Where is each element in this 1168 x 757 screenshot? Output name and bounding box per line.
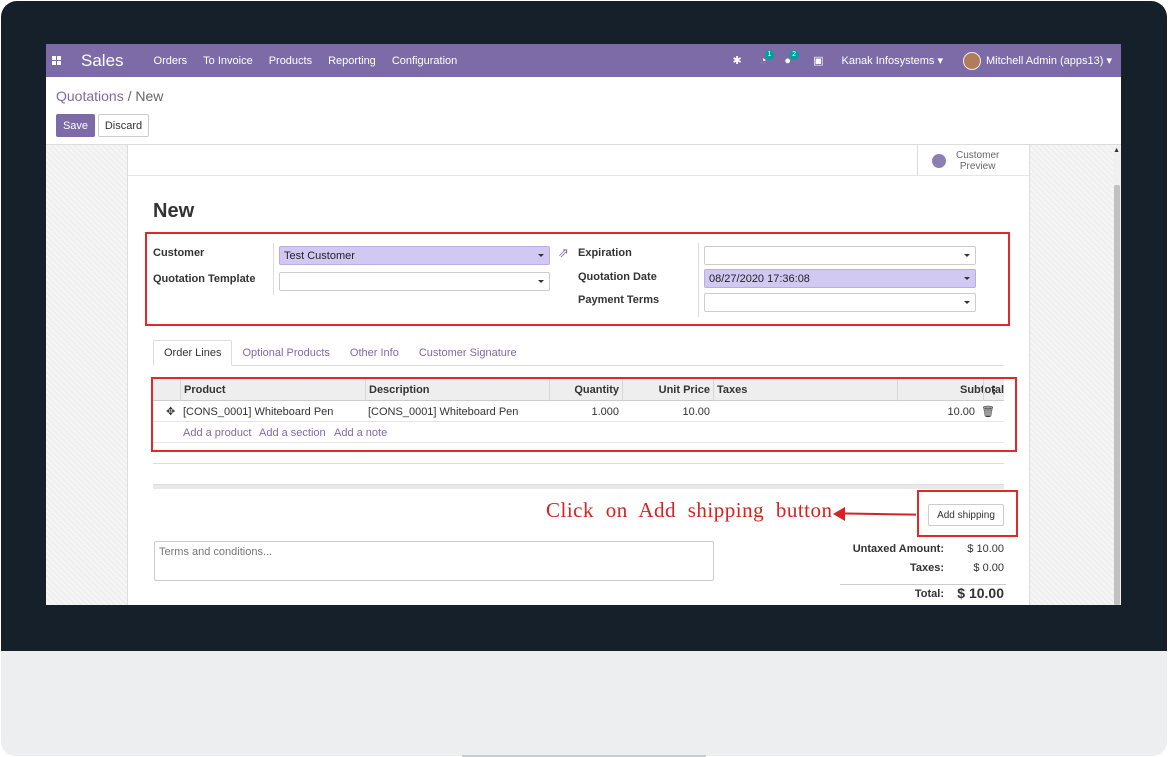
menu-to-invoice[interactable]: To Invoice [203, 55, 253, 67]
taxes-value: $ 0.00 [973, 562, 1004, 574]
bug-icon[interactable]: ✱ [733, 54, 742, 67]
scroll-up-icon[interactable]: ▲ [1113, 147, 1120, 154]
taxes-row: Taxes: $ 0.00 [828, 562, 1006, 581]
divider [153, 463, 1004, 464]
apps-grid-icon[interactable] [52, 56, 61, 65]
user-avatar[interactable] [963, 51, 982, 70]
arrow-left-icon [833, 507, 845, 521]
monitor-chin [1, 651, 1167, 756]
customer-preview-label: Customer Preview [956, 150, 999, 172]
total-label: Total: [914, 588, 944, 600]
annotation-arrow [839, 512, 917, 516]
total-value: $ 10.00 [957, 585, 1004, 601]
messages-badge: 2 [789, 49, 800, 60]
navbar-systray: ✱ ◔ 1 ● 2 ▣ Kanak Infosystems ▾ Mitchell A… [733, 44, 1121, 77]
highlight-box-fields [145, 232, 1010, 326]
activities-clock-icon[interactable]: ◔ 1 [760, 49, 775, 67]
untaxed-label: Untaxed Amount: [852, 543, 944, 555]
scrollbar[interactable]: ▲ [1113, 145, 1121, 605]
caret-down-icon: ▾ [937, 55, 944, 67]
menu-products[interactable]: Products [269, 55, 312, 67]
control-panel: Quotations / New Save Discard [46, 77, 1121, 145]
tab-customer-signature[interactable]: Customer Signature [409, 340, 527, 366]
gift-icon[interactable]: ▣ [813, 54, 823, 67]
save-button[interactable]: Save [56, 114, 95, 137]
screen: Sales Orders To Invoice Products Reporti… [46, 44, 1121, 605]
untaxed-row: Untaxed Amount: $ 10.00 [828, 543, 1006, 562]
user-name: Mitchell Admin (apps13) [986, 55, 1104, 67]
section-band [153, 484, 1004, 489]
messages-chat-icon[interactable]: ● 2 [784, 49, 800, 67]
taxes-label: Taxes: [909, 562, 944, 574]
breadcrumb-separator: / [127, 88, 132, 104]
highlight-box-order-lines [151, 377, 1017, 452]
discard-button[interactable]: Discard [98, 114, 149, 137]
app-brand[interactable]: Sales [81, 51, 124, 71]
annotation-text: Click on Add shipping button [546, 498, 833, 522]
activities-badge: 1 [764, 49, 775, 60]
totals-summary: Untaxed Amount: $ 10.00 Taxes: $ 0.00 To… [828, 543, 1006, 605]
breadcrumb: Quotations / New [56, 88, 163, 104]
highlight-box-shipping [917, 490, 1018, 537]
menu-configuration[interactable]: Configuration [392, 55, 457, 67]
untaxed-value: $ 10.00 [967, 543, 1004, 555]
menu-orders[interactable]: Orders [154, 55, 188, 67]
user-menu[interactable]: Mitchell Admin (apps13) ▾ [986, 54, 1112, 67]
tab-order-lines[interactable]: Order Lines [153, 340, 233, 366]
caret-down-icon: ▾ [1106, 55, 1112, 67]
total-row: Total: $ 10.00 [828, 585, 1006, 605]
form-content: Customer Preview New Customer Quotation … [46, 145, 1121, 605]
breadcrumb-quotations[interactable]: Quotations [56, 88, 124, 104]
globe-icon [932, 153, 946, 168]
tab-optional-products[interactable]: Optional Products [232, 340, 339, 366]
form-sheet: Customer Preview New Customer Quotation … [127, 145, 1030, 605]
tab-other-info[interactable]: Other Info [340, 340, 409, 366]
notebook-tabs: Order Lines Optional Products Other Info… [153, 340, 1004, 366]
terms-placeholder: Terms and conditions... [159, 546, 273, 558]
top-navbar: Sales Orders To Invoice Products Reporti… [46, 44, 1121, 77]
page-title: New [153, 200, 195, 222]
customer-preview-line2: Preview [959, 160, 996, 172]
main-menu: Orders To Invoice Products Reporting Con… [154, 55, 458, 67]
monitor-frame: Sales Orders To Invoice Products Reporti… [0, 0, 1168, 757]
customer-preview-line1: Customer [956, 149, 1000, 161]
company-switcher[interactable]: Kanak Infosystems ▾ [841, 54, 943, 67]
menu-reporting[interactable]: Reporting [328, 55, 376, 67]
breadcrumb-current: New [135, 88, 164, 104]
terms-conditions-input[interactable]: Terms and conditions... [154, 541, 714, 581]
scrollbar-thumb[interactable] [1114, 185, 1120, 605]
button-box: Customer Preview [128, 145, 1029, 176]
customer-preview-button[interactable]: Customer Preview [917, 145, 1029, 176]
company-name: Kanak Infosystems [841, 55, 935, 67]
